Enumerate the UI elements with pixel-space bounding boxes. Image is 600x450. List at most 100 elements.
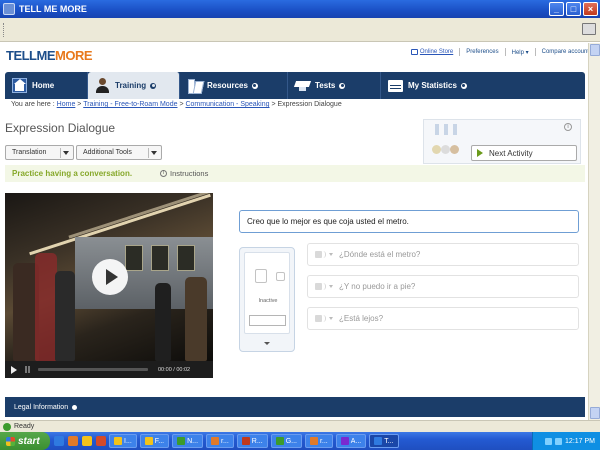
expand-icon xyxy=(72,404,78,410)
taskbar-button[interactable]: G... xyxy=(270,434,302,448)
chevron-down-icon xyxy=(329,317,333,320)
firefox-icon[interactable] xyxy=(68,436,78,446)
taskbar-button[interactable]: F... xyxy=(139,434,170,448)
start-button[interactable]: start xyxy=(0,432,50,450)
status-bar: Ready xyxy=(0,420,600,432)
minimize-button[interactable]: _ xyxy=(549,2,564,16)
taskbar-button[interactable]: r... xyxy=(206,434,234,448)
tellmemore-logo[interactable]: TELLMEMORE xyxy=(6,48,93,63)
expand-icon xyxy=(339,82,346,89)
divider xyxy=(459,48,461,56)
status-text: Ready xyxy=(14,423,35,430)
app-icon[interactable] xyxy=(96,436,106,446)
speaker-icon[interactable] xyxy=(315,283,326,290)
video-play-button[interactable] xyxy=(92,259,128,295)
chevron-down-icon xyxy=(151,151,157,155)
taskbar-button[interactable]: I... xyxy=(109,434,137,448)
tray-icon[interactable] xyxy=(555,437,563,445)
play-arrow-icon xyxy=(477,149,483,157)
window-title: TELL ME MORE xyxy=(19,4,87,14)
window-titlebar: TELL ME MORE _ □ × xyxy=(0,0,600,18)
breadcrumb-communication[interactable]: Communication - Speaking xyxy=(185,101,269,108)
divider xyxy=(534,48,536,56)
help-menu[interactable]: Help ▾ xyxy=(512,49,529,56)
taskbar-button[interactable]: A... xyxy=(335,434,367,448)
next-activity-button[interactable]: Next Activity xyxy=(471,145,577,161)
compare-accounts-link[interactable]: Compare accounts xyxy=(542,49,592,55)
recorder-status: Inactive xyxy=(258,298,278,304)
nav-home[interactable]: Home xyxy=(5,72,88,99)
expand-icon xyxy=(251,82,258,89)
nav-resources[interactable]: Resources xyxy=(180,72,288,99)
response-option[interactable]: ¿Está lejos? xyxy=(307,307,579,330)
video-player[interactable]: 00:00 / 00:02 xyxy=(5,193,213,378)
video-time: 00:00 / 00:02 xyxy=(158,366,191,373)
system-tray: 12:17 PM xyxy=(532,432,600,450)
tray-icon[interactable] xyxy=(545,437,553,445)
voice-meter xyxy=(249,315,286,326)
clock: 12:17 PM xyxy=(565,437,595,445)
folder-icon[interactable] xyxy=(82,436,92,446)
breadcrumb-home[interactable]: Home xyxy=(57,101,76,108)
scroll-down-icon[interactable] xyxy=(590,407,600,419)
chevron-down-icon xyxy=(329,285,333,288)
nav-tests[interactable]: Tests xyxy=(288,72,381,99)
taskbar-button[interactable]: r... xyxy=(304,434,333,448)
record-icon[interactable] xyxy=(255,269,267,283)
speaker-icon[interactable] xyxy=(315,251,326,258)
app-icon xyxy=(3,3,15,15)
taskbar-button[interactable]: N... xyxy=(172,434,204,448)
stop-icon[interactable] xyxy=(276,272,285,281)
breadcrumb-current: Expression Dialogue xyxy=(277,101,342,108)
cart-icon xyxy=(410,49,418,55)
additional-tools-dropdown[interactable]: Additional Tools xyxy=(76,145,162,160)
instruction-bar: Practice having a conversation. i Instru… xyxy=(5,165,585,182)
page-footer: Legal Information xyxy=(5,397,585,417)
play-icon[interactable] xyxy=(11,365,17,374)
legal-information-link[interactable]: Legal Information xyxy=(14,404,68,411)
toolbar-grip[interactable] xyxy=(3,23,5,37)
medals-icon xyxy=(429,124,463,156)
taskbar-button[interactable]: T... xyxy=(369,434,399,448)
divider xyxy=(504,48,506,56)
video-progress-bar[interactable] xyxy=(38,368,148,371)
response-option[interactable]: ¿Y no puedo ir a pie? xyxy=(307,275,579,298)
printer-icon[interactable] xyxy=(582,23,596,35)
response-option[interactable]: ¿Dónde está el metro? xyxy=(307,243,579,266)
breadcrumb: You are here : Home > Training - Free-to… xyxy=(11,101,342,108)
close-button[interactable]: × xyxy=(583,2,598,16)
chevron-down-icon xyxy=(329,253,333,256)
taskbar-button[interactable]: R... xyxy=(236,434,268,448)
info-icon: i xyxy=(160,170,167,177)
translation-dropdown[interactable]: Translation xyxy=(5,145,74,160)
stop-icon[interactable] xyxy=(25,366,30,373)
vertical-scrollbar[interactable] xyxy=(588,43,600,420)
calendar-icon xyxy=(388,78,403,93)
expand-icon xyxy=(460,82,467,89)
windows-flag-icon xyxy=(6,436,15,446)
speaker-icon[interactable] xyxy=(315,315,326,322)
nav-my-statistics[interactable]: My Statistics xyxy=(381,72,491,99)
chevron-down-icon xyxy=(63,151,69,155)
expand-icon xyxy=(150,82,157,89)
utility-links: Online Store Preferences Help ▾ Compare … xyxy=(410,48,592,56)
preferences-link[interactable]: Preferences xyxy=(466,49,498,55)
main-nav: Home Training Resources Tests My Statist… xyxy=(5,72,585,99)
scroll-up-icon[interactable] xyxy=(590,44,600,56)
site-header: TELLMEMORE Online Store Preferences Help… xyxy=(0,42,600,72)
browser-toolbar xyxy=(0,18,600,42)
home-icon xyxy=(12,78,27,93)
instruction-text: Practice having a conversation. xyxy=(12,169,133,178)
dialogue-line: Creo que lo mejor es que coja usted el m… xyxy=(239,210,579,233)
maximize-button[interactable]: □ xyxy=(566,2,581,16)
user-icon xyxy=(95,78,110,93)
info-icon[interactable]: i xyxy=(564,123,572,131)
breadcrumb-training[interactable]: Training - Free-to-Roam Mode xyxy=(83,101,177,108)
online-store-link[interactable]: Online Store xyxy=(410,49,453,55)
nav-training[interactable]: Training xyxy=(88,72,180,99)
chevron-down-icon[interactable] xyxy=(264,342,270,345)
book-icon xyxy=(187,78,202,94)
ie-icon[interactable] xyxy=(54,436,64,446)
instructions-link[interactable]: i Instructions xyxy=(160,169,208,178)
taskbar: start I... F... N... r... R... G... r...… xyxy=(0,432,600,450)
